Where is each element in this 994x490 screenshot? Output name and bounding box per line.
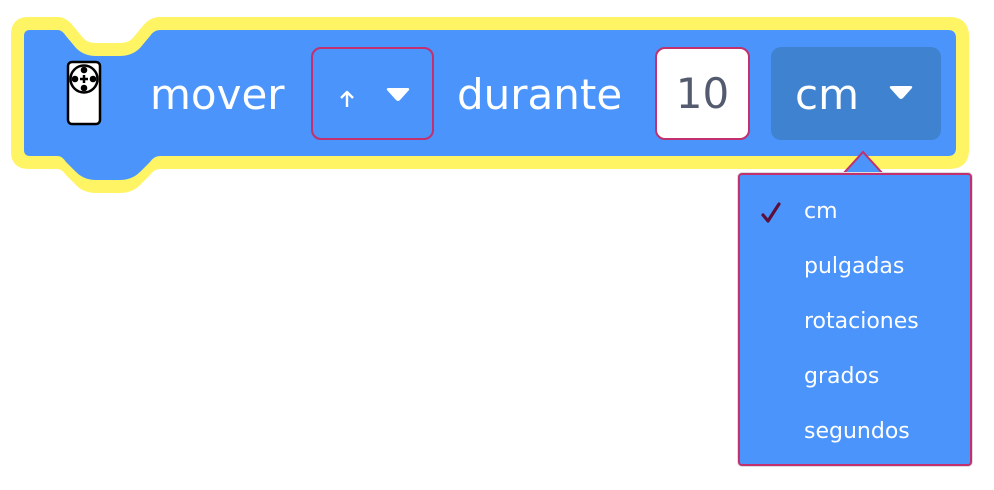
unit-dropdown-menu: cm pulgadas rotaciones grados segundos	[738, 173, 972, 466]
chevron-down-icon	[386, 88, 410, 101]
menu-item-cm[interactable]: cm	[740, 191, 970, 235]
checkmark-icon	[761, 202, 781, 223]
remote-control-icon	[66, 60, 102, 126]
menu-item-segundos[interactable]: segundos	[740, 411, 970, 455]
menu-item-label: cm	[804, 199, 838, 224]
menu-item-rotaciones[interactable]: rotaciones	[740, 301, 970, 345]
block-canvas: mover durante 10 cm cm pulgadas rotacion…	[0, 0, 994, 490]
direction-dropdown[interactable]	[311, 47, 434, 140]
amount-input[interactable]: 10	[655, 47, 750, 140]
unit-dropdown[interactable]: cm	[771, 47, 941, 140]
block-verb-label: mover	[150, 70, 285, 119]
menu-item-label: segundos	[804, 419, 910, 444]
arrow-up-icon	[340, 90, 354, 107]
block-connector-label: durante	[457, 70, 623, 119]
unit-dropdown-value: cm	[795, 70, 860, 119]
menu-item-label: grados	[804, 364, 880, 389]
menu-item-label: pulgadas	[804, 254, 905, 279]
menu-item-pulgadas[interactable]: pulgadas	[740, 246, 970, 290]
menu-item-grados[interactable]: grados	[740, 356, 970, 400]
menu-item-label: rotaciones	[804, 309, 919, 334]
chevron-down-icon	[889, 86, 913, 99]
